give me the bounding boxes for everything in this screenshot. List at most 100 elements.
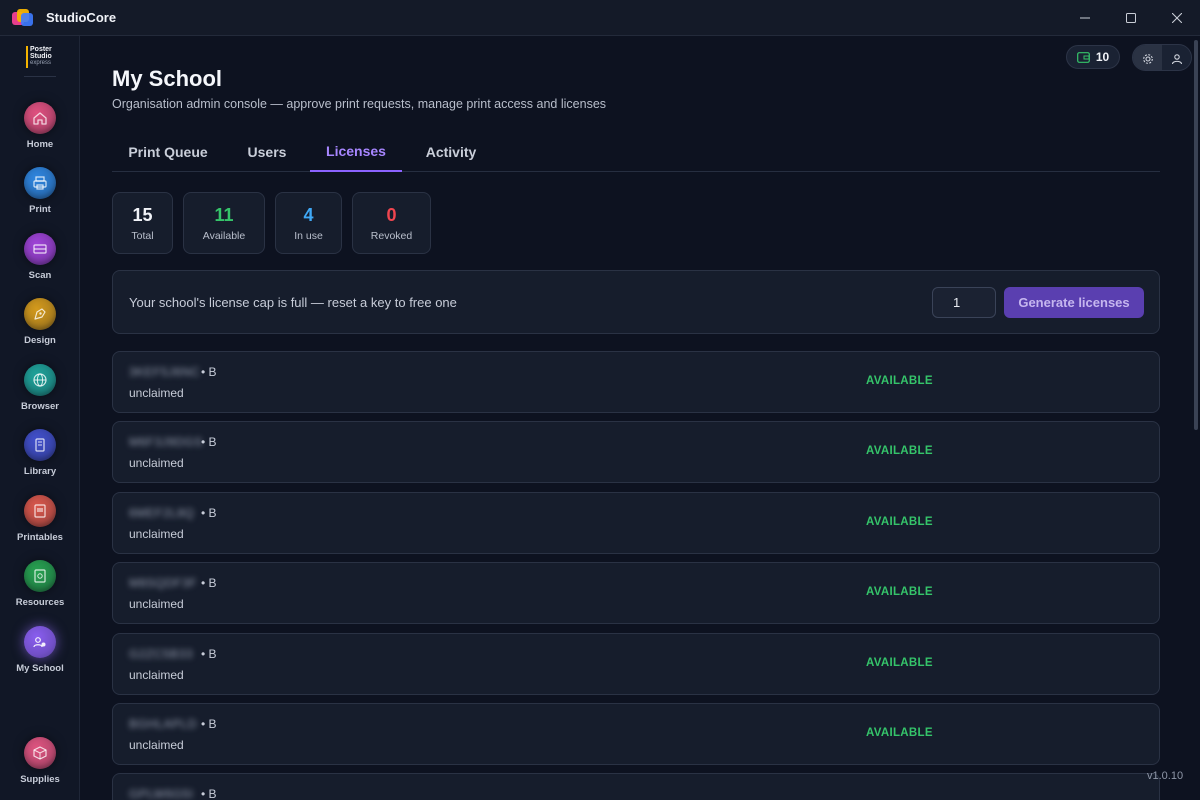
license-tier: • B [201,506,217,520]
maximize-button[interactable] [1108,0,1154,36]
license-row[interactable]: 3KEF5J6NC • B unclaimed AVAILABLE [112,351,1160,413]
printer-icon [24,167,56,199]
stat-available: 11 Available [183,192,265,254]
license-tier: • B [201,787,217,800]
license-key: M6F3J9DGS [129,435,203,449]
stat-total: 15 Total [112,192,173,254]
page-subtitle: Organisation admin console — approve pri… [112,97,607,111]
license-row[interactable]: 6MEF2L8Q • B unclaimed AVAILABLE [112,492,1160,554]
minimize-button[interactable] [1062,0,1108,36]
sidebar-item-printables[interactable]: Printables [0,495,80,557]
license-key: 3KEF5J6NC [129,365,201,379]
maximize-icon [1126,13,1136,23]
license-tier: • B [201,576,217,590]
settings-button[interactable] [1133,45,1162,70]
resource-icon [24,560,56,592]
scanner-icon [24,233,56,265]
tab-licenses[interactable]: Licenses [310,132,402,172]
license-row[interactable]: G2ZC5B33 • B unclaimed AVAILABLE [112,633,1160,695]
license-status: AVAILABLE [866,727,933,739]
license-tier: • B [201,435,217,449]
license-owner: unclaimed [129,386,184,400]
license-row[interactable]: BGHLAPLD • B unclaimed AVAILABLE [112,703,1160,765]
license-tier: • B [201,647,217,661]
sidebar-item-label: Browser [20,401,59,412]
license-tier: • B [201,365,217,379]
license-key: BGHLAPLD [129,717,198,731]
app-version: v1.0.10 [1147,770,1184,782]
sidebar-item-label: My School [16,663,64,674]
gear-icon [1142,53,1153,64]
account-controls [1132,44,1192,71]
stat-label: Revoked [370,229,413,242]
sidebar-item-scan[interactable]: Scan [0,233,80,295]
stat-value: 4 [303,204,314,225]
stat-revoked: 0 Revoked [352,192,431,254]
sidebar-item-print[interactable]: Print [0,167,80,229]
sidebar-item-label: Print [29,204,51,215]
stat-value: 11 [214,204,234,225]
box-icon [24,737,56,769]
license-status: AVAILABLE [866,375,933,387]
license-status: AVAILABLE [866,516,933,528]
globe-icon [24,364,56,396]
sidebar-item-label: Resources [15,597,65,608]
sidebar-item-label: Scan [28,270,52,281]
license-status: AVAILABLE [866,657,933,669]
license-owner: unclaimed [129,597,184,611]
profile-button[interactable] [1162,45,1191,70]
sidebar-item-browser[interactable]: Browser [0,364,80,426]
sidebar-item-home[interactable]: Home [0,102,80,164]
credits-badge[interactable]: 10 [1066,45,1120,69]
sidebar: Poster Studio express Home Print Scan De… [0,36,80,800]
title-bar: StudioCore [0,0,1200,36]
sidebar-item-label: Supplies [20,774,60,785]
tab-activity[interactable]: Activity [410,132,492,171]
document-icon [24,495,56,527]
license-status: AVAILABLE [866,445,933,457]
user-icon [1171,53,1182,64]
tab-bar: Print Queue Users Licenses Activity [112,132,1160,172]
stat-label: In use [294,229,323,242]
license-owner: unclaimed [129,527,184,541]
sidebar-item-supplies[interactable]: Supplies [0,737,80,799]
sidebar-item-design[interactable]: Design [0,298,80,360]
license-status: AVAILABLE [866,586,933,598]
license-key: G2ZC5B33 [129,647,194,661]
license-quantity-input[interactable] [932,287,996,318]
license-tier: • B [201,717,217,731]
sidebar-item-my-school[interactable]: My School [0,626,80,688]
license-key: GPLW6G5I [129,787,194,800]
license-owner: unclaimed [129,738,184,752]
license-owner: unclaimed [129,668,184,682]
stat-label: Available [202,229,246,242]
sidebar-item-library[interactable]: Library [0,429,80,491]
credits-count: 10 [1095,50,1110,64]
license-row[interactable]: M6F3J9DGS • B unclaimed AVAILABLE [112,421,1160,483]
license-row[interactable]: M8SQDF3F • B unclaimed AVAILABLE [112,562,1160,624]
minimize-icon [1080,17,1090,19]
generate-licenses-button[interactable]: Generate licenses [1004,287,1144,318]
license-key: 6MEF2L8Q [129,506,195,520]
sidebar-item-label: Home [26,139,54,150]
close-button[interactable] [1154,0,1200,36]
pen-nib-icon [24,298,56,330]
sidebar-item-label: Printables [17,532,63,543]
tab-print-queue[interactable]: Print Queue [112,132,224,171]
stat-in-use: 4 In use [275,192,342,254]
close-icon [1172,13,1182,23]
scrollbar[interactable] [1194,40,1198,430]
sidebar-item-label: Design [24,335,56,346]
wallet-icon [1076,51,1090,63]
app-title: StudioCore [46,10,117,25]
book-icon [24,429,56,461]
license-row[interactable]: GPLW6G5I • B [112,773,1160,800]
tab-users[interactable]: Users [232,132,302,171]
license-key: M8SQDF3F [129,576,198,590]
school-users-icon [24,626,56,658]
license-cap-message: Your school's license cap is full — rese… [129,295,457,310]
home-icon [24,102,56,134]
stat-label: Total [131,229,154,242]
sidebar-item-resources[interactable]: Resources [0,560,80,622]
page-title: My School [112,66,223,91]
